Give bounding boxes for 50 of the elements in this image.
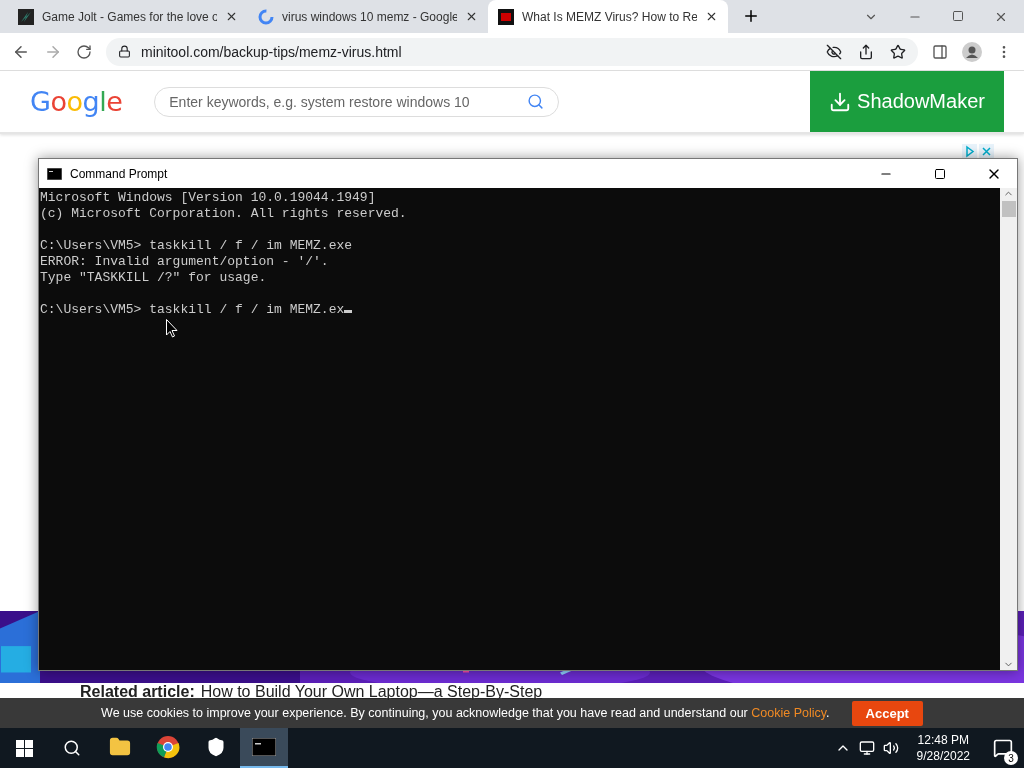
- chrome-icon: [156, 735, 180, 759]
- download-icon: [829, 90, 852, 113]
- shield-icon: [206, 737, 226, 757]
- new-tab-icon[interactable]: [742, 7, 760, 25]
- maximize-icon[interactable]: [934, 167, 946, 180]
- related-label: Related article:: [80, 683, 195, 701]
- accept-button[interactable]: Accept: [851, 700, 923, 726]
- search-icon[interactable]: [63, 739, 81, 757]
- address-bar[interactable]: minitool.com/backup-tips/memz-virus.html: [106, 37, 918, 66]
- download-button[interactable]: ShadowMaker: [810, 71, 1004, 132]
- folder-icon: [109, 736, 131, 758]
- cookie-text: We use cookies to improve your experience. By continuing, you acknowledge that you have read and understand our Cookie Policy.: [101, 706, 830, 720]
- close-tab-icon[interactable]: [465, 10, 478, 23]
- url-text: minitool.com/backup-tips/memz-virus.html: [141, 43, 402, 60]
- star-icon[interactable]: [890, 43, 906, 60]
- console-line: Type "TASKKILL /?" for usage.: [40, 270, 267, 285]
- windows-logo-icon[interactable]: [15, 739, 33, 757]
- reload-icon[interactable]: [76, 43, 92, 60]
- clock[interactable]: 12:48 PM 9/28/2022: [916, 732, 970, 764]
- lock-icon: [118, 45, 131, 58]
- notification-button[interactable]: 3: [988, 731, 1018, 765]
- google-logo: Google: [30, 86, 123, 117]
- terminal-icon: [47, 167, 62, 180]
- console-line: ERROR: Invalid argument/option - '/'.: [40, 254, 329, 269]
- network-icon[interactable]: [858, 740, 875, 756]
- related-link[interactable]: How to Build Your Own Laptop—a Step-By-Step: [200, 683, 543, 701]
- console-line: C:\Users\VM5> taskkill / f / im MEMZ.exe: [40, 238, 353, 253]
- profile-icon[interactable]: [962, 41, 982, 62]
- share-icon[interactable]: [858, 43, 874, 60]
- site-logo-icon: [498, 8, 514, 25]
- window-title: Command Prompt: [70, 166, 169, 181]
- notification-badge: 3: [1004, 751, 1018, 765]
- eye-off-icon[interactable]: [826, 43, 842, 60]
- close-tab-icon[interactable]: [705, 10, 718, 23]
- side-panel-icon[interactable]: [932, 43, 948, 60]
- browser-tab[interactable]: What Is MEMZ Virus? How to Re: [488, 0, 728, 33]
- game-jolt-icon: [18, 8, 34, 25]
- text-cursor: [344, 310, 353, 313]
- mouse-pointer-icon: [166, 319, 178, 338]
- volume-icon[interactable]: [882, 740, 899, 756]
- close-tab-icon[interactable]: [225, 10, 238, 23]
- terminal-icon: [252, 738, 276, 756]
- google-icon: [258, 8, 274, 25]
- console-line: (c) Microsoft Corporation. All rights reserved.: [40, 206, 407, 221]
- console-line: C:\Users\VM5> taskkill / f / im MEMZ.ex: [40, 302, 345, 317]
- restore-icon[interactable]: [952, 10, 964, 22]
- taskbar-app[interactable]: [240, 728, 288, 768]
- console-line: Microsoft Windows [Version 10.0.19044.1949]: [40, 190, 376, 205]
- scroll-thumb[interactable]: [1001, 201, 1016, 217]
- scrollbar[interactable]: [1000, 188, 1017, 670]
